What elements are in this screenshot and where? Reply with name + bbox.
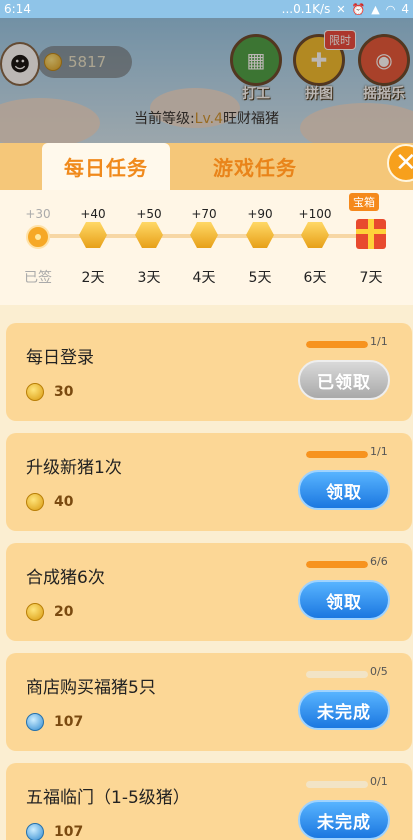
task-progress-bar (306, 781, 368, 788)
network-speed: ...0.1K/s (281, 2, 331, 16)
tab-bar: 每日任务 游戏任务 ✕ (0, 143, 413, 190)
task-card: 五福临门（1-5级猪） 107 0/1 未完成 (6, 763, 412, 840)
day-bonus: +100 (298, 207, 332, 221)
coin-token-icon (135, 222, 163, 248)
day-bonus: +30 (25, 207, 51, 221)
coin-icon (26, 493, 44, 511)
claim-button[interactable]: 领取 (298, 470, 390, 510)
task-name: 每日登录 (26, 348, 94, 368)
status-time: 6:14 (4, 2, 31, 16)
mute-icon: ✕ (336, 2, 346, 16)
hd-signal-icon: ▲ (371, 2, 380, 16)
task-progress-text: 0/1 (370, 775, 388, 788)
coin-token-icon (301, 222, 329, 248)
task-progress-bar (306, 341, 368, 348)
chest-tag: 宝箱 (349, 193, 379, 211)
gift-icon (356, 219, 386, 249)
alarm-icon: ⏰ (351, 2, 366, 16)
day-bonus: +40 (80, 207, 106, 221)
signed-coin-icon (26, 225, 50, 249)
task-name: 升级新猪1次 (26, 458, 122, 478)
task-progress-text: 1/1 (370, 335, 388, 348)
task-name: 商店购买福猪5只 (26, 678, 156, 698)
task-progress-bar (306, 561, 368, 568)
reward-amount: 40 (54, 494, 74, 510)
day-label: 7天 (359, 270, 383, 286)
status-icons: ...0.1K/s ✕ ⏰ ▲ ◠ 4 (282, 2, 409, 16)
daily-signin-track: 宝箱 +30 已签 +40 2天 +50 3天 +70 4天 +90 5天 +1… (0, 190, 413, 305)
day-label: 4天 (192, 270, 216, 286)
coin-token-icon (79, 222, 107, 248)
task-progress-bar (306, 451, 368, 458)
day-bonus: +90 (247, 207, 273, 221)
day-label: 6天 (303, 270, 327, 286)
task-reward: 107 (26, 713, 83, 731)
task-name: 合成猪6次 (26, 568, 105, 588)
coin-token-icon (246, 222, 274, 248)
gem-icon (26, 823, 44, 840)
battery-level: 4 (401, 2, 409, 16)
reward-amount: 20 (54, 604, 74, 620)
close-button[interactable]: ✕ (387, 144, 413, 182)
claimed-button[interactable]: 已领取 (298, 360, 390, 400)
close-icon: ✕ (395, 148, 413, 178)
claim-button[interactable]: 领取 (298, 580, 390, 620)
coin-icon (26, 383, 44, 401)
tab-daily-tasks[interactable]: 每日任务 (42, 143, 170, 190)
day-label: 3天 (137, 270, 161, 286)
task-card: 合成猪6次 20 6/6 领取 (6, 543, 412, 641)
status-bar: 6:14 ...0.1K/s ✕ ⏰ ▲ ◠ 4 (0, 0, 413, 18)
task-progress-text: 6/6 (370, 555, 388, 568)
task-name: 五福临门（1-5级猪） (26, 788, 190, 808)
coin-token-icon (190, 222, 218, 248)
task-reward: 40 (26, 493, 73, 511)
incomplete-button[interactable]: 未完成 (298, 690, 390, 730)
gem-icon (26, 713, 44, 731)
coin-icon (26, 603, 44, 621)
task-reward: 30 (26, 383, 73, 401)
day-bonus: +50 (136, 207, 162, 221)
task-reward: 107 (26, 823, 83, 840)
task-card: 升级新猪1次 40 1/1 领取 (6, 433, 412, 531)
task-progress-bar (306, 671, 368, 678)
incomplete-button[interactable]: 未完成 (298, 800, 390, 840)
day-label: 5天 (248, 270, 272, 286)
wifi-icon: ◠ (385, 2, 396, 16)
day-label: 已签 (24, 270, 52, 286)
task-reward: 20 (26, 603, 73, 621)
tab-game-tasks[interactable]: 游戏任务 (200, 143, 310, 190)
task-progress-text: 0/5 (370, 665, 388, 678)
task-panel: 每日任务 游戏任务 ✕ 宝箱 +30 已签 +40 2天 +50 3天 +70 … (0, 143, 413, 840)
reward-amount: 30 (54, 384, 74, 400)
day-label: 2天 (81, 270, 105, 286)
reward-amount: 107 (54, 824, 84, 840)
reward-amount: 107 (54, 714, 84, 730)
task-card: 每日登录 30 1/1 已领取 (6, 323, 412, 421)
day-bonus: +70 (191, 207, 217, 221)
task-card: 商店购买福猪5只 107 0/5 未完成 (6, 653, 412, 751)
task-progress-text: 1/1 (370, 445, 388, 458)
